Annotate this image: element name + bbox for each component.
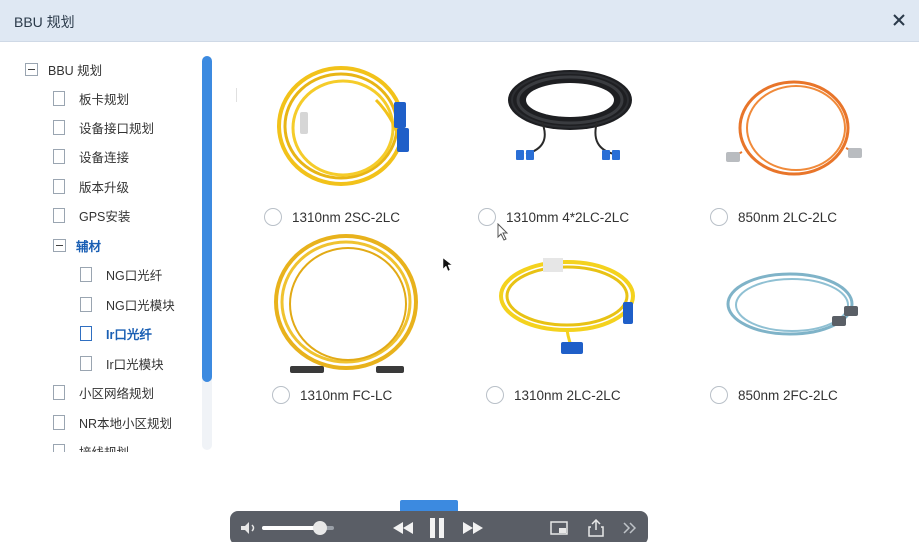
tree-item-label: Ir口光纤 — [106, 327, 152, 342]
document-icon — [53, 119, 65, 135]
option-card[interactable] — [722, 268, 864, 342]
collapse-toggle-icon[interactable] — [25, 62, 38, 76]
option-label: 1310nm 2SC-2LC — [292, 209, 401, 225]
fiber-cable-image — [726, 80, 862, 176]
option-850nm-2lc-2lc[interactable]: 850nm 2LC-2LC — [710, 208, 837, 226]
picture-in-picture-icon[interactable] — [548, 511, 570, 542]
option-label: 1310mm 4*2LC-2LC — [506, 209, 630, 225]
volume-knob[interactable] — [312, 521, 327, 535]
more-chevron-icon[interactable] — [620, 511, 640, 542]
document-icon — [80, 325, 92, 341]
option-card[interactable] — [495, 250, 645, 362]
document-icon — [53, 148, 65, 164]
tree-node-root[interactable]: BBU 规划 — [25, 58, 102, 80]
fast-forward-icon[interactable] — [460, 511, 486, 542]
option-label: 1310nm FC-LC — [300, 387, 393, 403]
tree-item-ir-module[interactable]: Ir口光模块 — [80, 352, 164, 374]
option-label: 850nm 2LC-2LC — [738, 209, 838, 225]
tree-scrollbar[interactable] — [202, 56, 212, 450]
tree-item-label: NG口光纤 — [106, 268, 163, 283]
fiber-cable-image — [499, 258, 635, 354]
tree-item-label: NG口光模块 — [106, 298, 175, 313]
fiber-cable-image — [508, 70, 632, 160]
option-label: 850nm 2FC-2LC — [738, 387, 838, 403]
tree-item-label: 板卡规划 — [79, 92, 130, 107]
radio-button[interactable] — [264, 208, 282, 226]
option-label: 1310nm 2LC-2LC — [514, 387, 621, 403]
tree-item-label: GPS安装 — [79, 209, 131, 224]
tree-item-ir-fiber[interactable]: Ir口光纤 — [80, 322, 152, 344]
collapse-toggle-icon[interactable] — [53, 238, 66, 252]
radio-button[interactable] — [710, 208, 728, 226]
tree-item-version-upgrade[interactable]: 版本升级 — [53, 175, 129, 197]
radio-button[interactable] — [486, 386, 504, 404]
volume-icon[interactable] — [238, 511, 260, 542]
scrollbar-thumb[interactable] — [202, 56, 212, 382]
fiber-cable-image — [277, 66, 409, 186]
document-icon — [53, 384, 65, 400]
document-icon — [80, 355, 92, 371]
tree-group-label: 辅材 — [76, 239, 102, 254]
tree-item-board-plan[interactable]: 板卡规划 — [53, 87, 129, 109]
option-1310nm-fc-lc[interactable]: 1310nm FC-LC — [272, 386, 392, 404]
option-850nm-2fc-2lc[interactable]: 850nm 2FC-2LC — [710, 386, 838, 404]
pause-icon[interactable] — [426, 511, 448, 542]
divider — [236, 88, 237, 102]
tree-item-ng-fiber[interactable]: NG口光纤 — [80, 263, 162, 285]
tree-group-accessories[interactable]: 辅材 — [53, 234, 101, 256]
tree-item-label: 版本升级 — [79, 180, 130, 195]
option-1310nm-2lc-2lc[interactable]: 1310nm 2LC-2LC — [486, 386, 621, 404]
tree-nav: BBU 规划 板卡规划 设备接口规划 设备连接 版本升级 GPS安装 辅材 NG… — [0, 42, 214, 452]
tree-item-partial[interactable]: 接线规划 — [53, 440, 129, 452]
tree-item-ng-module[interactable]: NG口光模块 — [80, 293, 175, 315]
radio-button[interactable] — [710, 386, 728, 404]
radio-button[interactable] — [478, 208, 496, 226]
document-icon — [53, 443, 65, 452]
close-icon[interactable] — [889, 10, 909, 30]
option-1310nm-2sc-2lc[interactable]: 1310nm 2SC-2LC — [264, 208, 400, 226]
tree-item-label: Ir口光模块 — [106, 357, 164, 372]
option-card[interactable] — [724, 78, 864, 182]
share-icon[interactable] — [585, 511, 607, 542]
fiber-cable-image — [274, 234, 418, 373]
option-card[interactable] — [266, 232, 426, 378]
document-icon — [53, 414, 65, 430]
fiber-cable-image — [726, 272, 858, 336]
tree-item-label: NR本地小区规划 — [79, 416, 173, 431]
volume-level — [262, 526, 320, 530]
tree-item-cell-network[interactable]: 小区网络规划 — [53, 381, 154, 403]
tree-node-label: BBU 规划 — [48, 63, 103, 78]
tree-item-nr-local-cell[interactable]: NR本地小区规划 — [53, 411, 172, 433]
document-icon — [53, 90, 65, 106]
tree-item-gps-install[interactable]: GPS安装 — [53, 204, 130, 226]
tree-item-label: 设备连接 — [79, 150, 130, 165]
dialog-title: BBU 规划 — [14, 14, 75, 30]
media-controls — [230, 511, 648, 542]
dialog-titlebar: BBU 规划 — [0, 0, 919, 42]
document-icon — [53, 207, 65, 223]
option-card[interactable] — [266, 60, 436, 200]
text-cursor-icon — [497, 223, 509, 241]
tree-item-device-connection[interactable]: 设备连接 — [53, 145, 129, 167]
document-icon — [80, 296, 92, 312]
document-icon — [53, 178, 65, 194]
radio-button[interactable] — [272, 386, 290, 404]
tree-item-label: 接线规划 — [79, 442, 129, 453]
option-card[interactable] — [502, 62, 642, 172]
tree-item-label: 小区网络规划 — [79, 386, 155, 401]
tree-item-interface-plan[interactable]: 设备接口规划 — [53, 116, 154, 138]
tree-item-label: 设备接口规划 — [79, 121, 155, 136]
mouse-pointer-icon — [442, 257, 453, 272]
volume-slider[interactable] — [262, 521, 334, 535]
document-icon — [80, 266, 92, 282]
rewind-icon[interactable] — [390, 511, 416, 542]
